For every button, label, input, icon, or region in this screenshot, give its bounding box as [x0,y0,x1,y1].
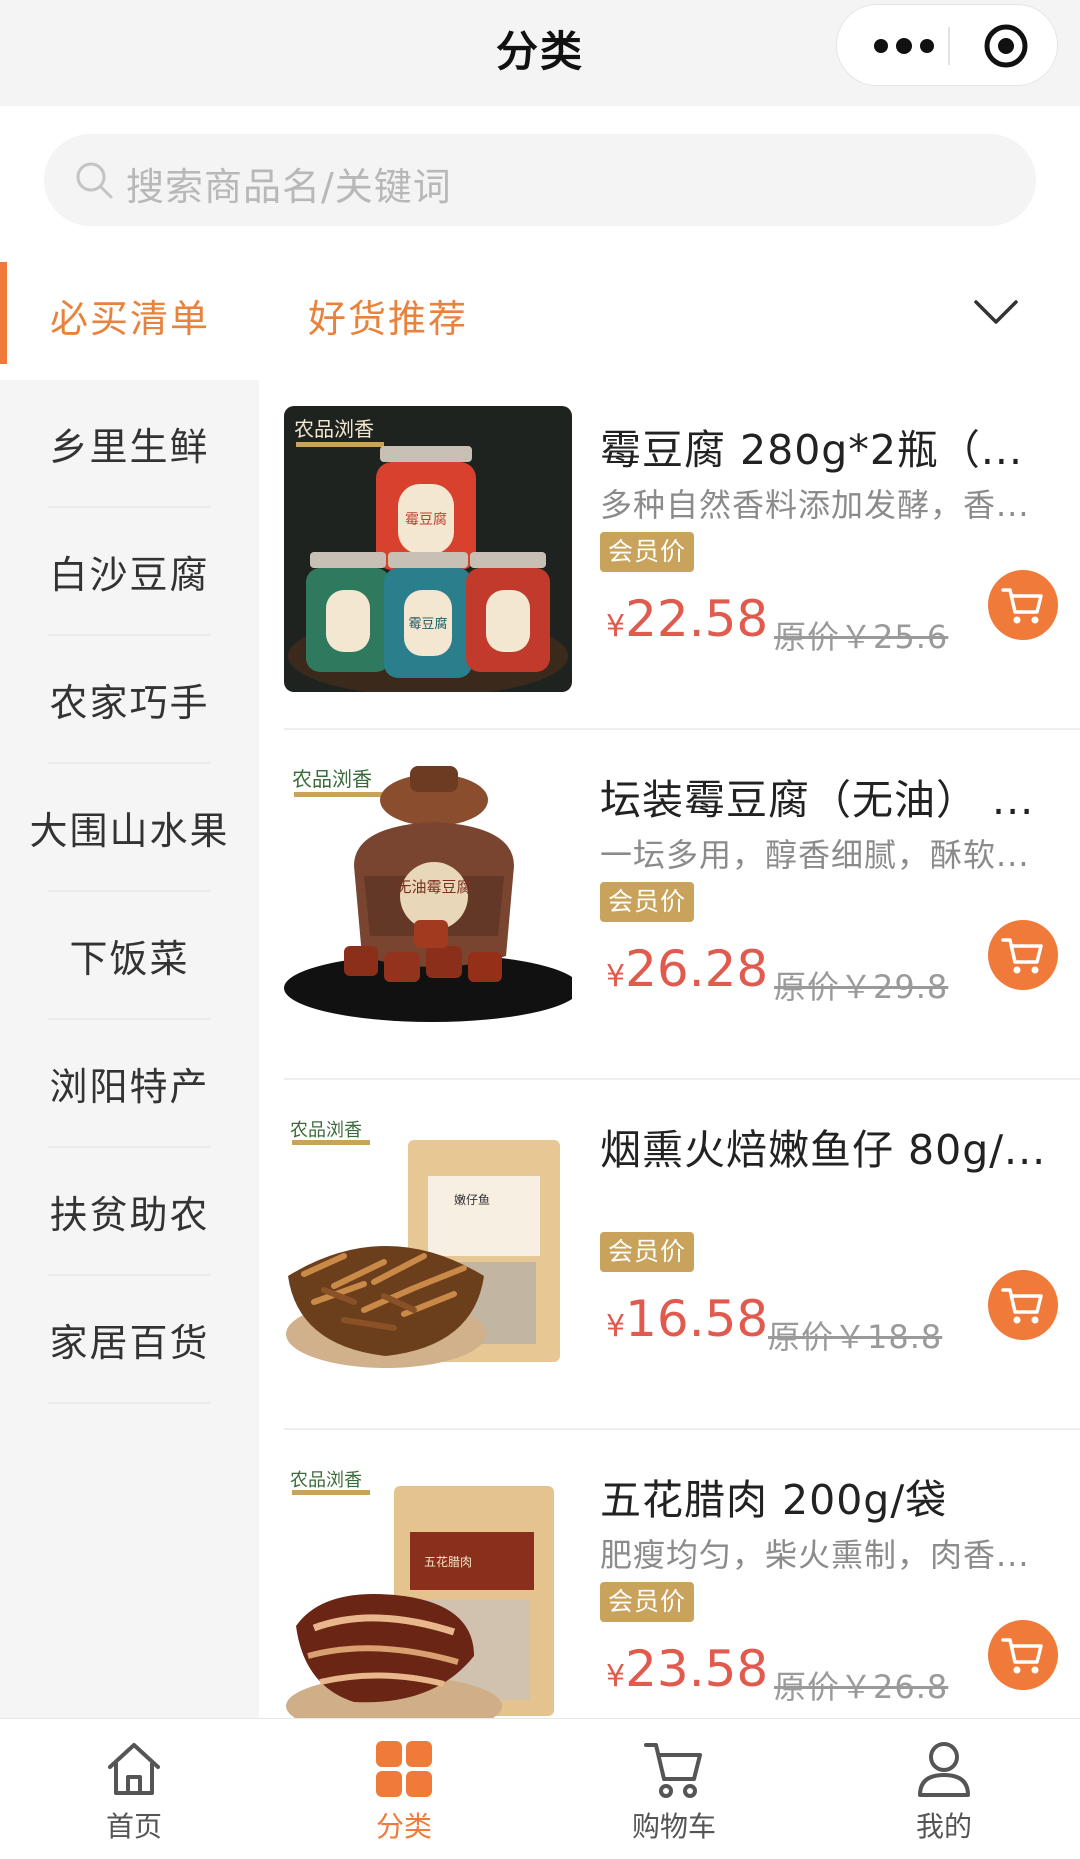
more-icon[interactable] [867,29,941,63]
search-bar[interactable]: 搜索商品名/关键词 [44,134,1036,226]
user-icon [918,1742,970,1797]
sidebar-item[interactable]: 大围山水果 [0,764,259,892]
price-value: 22.58 [625,590,769,648]
sidebar-item-label: 乡里生鲜 [49,425,210,469]
price-value: 16.58 [625,1290,769,1348]
sidebar-item[interactable]: 浏阳特产 [0,1020,259,1148]
search-placeholder: 搜索商品名/关键词 [126,165,452,209]
close-target-icon[interactable] [983,23,1029,69]
cart-icon [1001,1288,1043,1324]
product-card[interactable]: 农品浏香 无油霉豆腐 坛装霉豆腐（无油） ... 一坛多用，醇香细腻，酥软...… [284,730,1080,1080]
product-price: ¥26.28 [606,940,768,998]
product-price: ¥22.58 [606,590,768,648]
currency-symbol: ¥ [606,959,626,994]
product-image[interactable]: 农品浏香 五花腊肉 [284,1456,572,1742]
mini-program-capsule [836,4,1058,86]
nav-category[interactable]: 分类 [314,1737,494,1857]
chevron-down-icon[interactable] [972,296,1020,326]
member-price-badge: 会员价 [600,1582,695,1622]
sidebar-item-label: 白沙豆腐 [49,553,210,597]
product-card[interactable]: 农品浏香 霉豆腐 霉豆腐 霉豆腐 280g*2瓶（... 多种自然香料添加发酵，… [284,380,1080,730]
nav-home-label: 首页 [105,1810,162,1843]
sidebar-item[interactable]: 家居百货 [0,1276,259,1404]
price-value: 23.58 [625,1640,769,1698]
nav-cart-label: 购物车 [631,1810,716,1843]
nav-profile-label: 我的 [915,1810,972,1843]
product-name[interactable]: 霉豆腐 280g*2瓶（... [600,416,1052,476]
svg-text:霉豆腐: 霉豆腐 [408,617,447,632]
category-icon [376,1741,432,1797]
cart-icon [1001,1638,1043,1674]
currency-symbol: ¥ [606,1659,626,1694]
original-price: 原价￥29.8 [774,968,949,1006]
brand-logo: 农品浏香 [292,767,372,791]
sidebar-item-label: 家居百货 [49,1321,210,1365]
sidebar-item[interactable]: 白沙豆腐 [0,508,259,636]
product-card[interactable]: 农品浏香 嫩仔鱼 烟熏火焙嫩鱼仔 80g/... 会员价 ¥16.58 原价￥1… [284,1080,1080,1430]
product-image[interactable]: 农品浏香 无油霉豆腐 [284,756,572,1042]
product-image[interactable]: 农品浏香 霉豆腐 霉豆腐 [284,406,572,692]
nav-category-label: 分类 [375,1810,432,1843]
tab-must-buy[interactable]: 必买清单 [50,288,210,343]
sidebar-item[interactable]: 下饭菜 [0,892,259,1020]
currency-symbol: ¥ [606,1309,626,1344]
svg-text:无油霉豆腐: 无油霉豆腐 [396,878,471,896]
svg-text:五花腊肉: 五花腊肉 [424,1554,472,1569]
product-name[interactable]: 五花腊肉 200g/袋 [600,1466,1052,1526]
divider [48,1402,211,1404]
product-description: 多种自然香料添加发酵，香... [600,486,1030,524]
product-name[interactable]: 坛装霉豆腐（无油） ... [600,766,1052,826]
category-tabs: 必买清单 好货推荐 [0,262,1080,364]
member-price-badge: 会员价 [600,532,695,572]
product-price: ¥16.58 [606,1290,768,1348]
add-to-cart-button[interactable] [988,570,1058,640]
active-tab-indicator [0,262,7,364]
brand-logo: 农品浏香 [290,1470,362,1491]
product-price: ¥23.58 [606,1640,768,1698]
add-to-cart-button[interactable] [988,920,1058,990]
tab-recommended[interactable]: 好货推荐 [308,288,468,343]
sidebar-item[interactable]: 乡里生鲜 [0,380,259,508]
nav-home[interactable]: 首页 [44,1737,224,1857]
capsule-divider [948,27,950,65]
price-value: 26.28 [625,940,769,998]
sidebar-item-label: 大围山水果 [29,809,230,853]
product-name[interactable]: 烟熏火焙嫩鱼仔 80g/... [600,1116,1052,1176]
sidebar-item-label: 扶贫助农 [49,1193,210,1237]
sidebar-item-label: 下饭菜 [69,937,190,981]
brand-logo: 农品浏香 [294,417,374,441]
sidebar-item-label: 浏阳特产 [49,1065,210,1109]
sidebar-item[interactable]: 农家巧手 [0,636,259,764]
original-price: 原价￥25.6 [774,618,949,656]
cart-icon [1001,938,1043,974]
add-to-cart-button[interactable] [988,1620,1058,1690]
product-image[interactable]: 农品浏香 嫩仔鱼 [284,1106,572,1392]
svg-text:霉豆腐: 霉豆腐 [405,511,447,528]
cart-icon [644,1743,702,1798]
nav-profile[interactable]: 我的 [854,1737,1034,1857]
home-icon [108,1743,160,1795]
original-price: 原价￥26.8 [774,1668,949,1706]
bottom-tab-bar: 首页 分类 购物车 我的 [0,1718,1080,1859]
currency-symbol: ¥ [606,609,626,644]
member-price-badge: 会员价 [600,1232,695,1272]
category-sidebar: 乡里生鲜 白沙豆腐 农家巧手 大围山水果 下饭菜 浏阳特产 扶贫助农 家居百货 [0,380,259,1720]
brand-logo: 农品浏香 [290,1120,362,1141]
product-description: 一坛多用，醇香细腻，酥软... [600,836,1030,874]
add-to-cart-button[interactable] [988,1270,1058,1340]
top-bar: 分类 [0,0,1080,106]
member-price-badge: 会员价 [600,882,695,922]
sidebar-item[interactable]: 扶贫助农 [0,1148,259,1276]
nav-cart[interactable]: 购物车 [584,1737,764,1857]
cart-icon [1001,588,1043,624]
search-icon [76,162,113,199]
original-price: 原价￥18.8 [768,1318,943,1356]
svg-text:嫩仔鱼: 嫩仔鱼 [454,1193,490,1207]
product-description: 肥瘦均匀，柴火熏制，肉香... [600,1536,1030,1574]
sidebar-item-label: 农家巧手 [49,681,210,725]
